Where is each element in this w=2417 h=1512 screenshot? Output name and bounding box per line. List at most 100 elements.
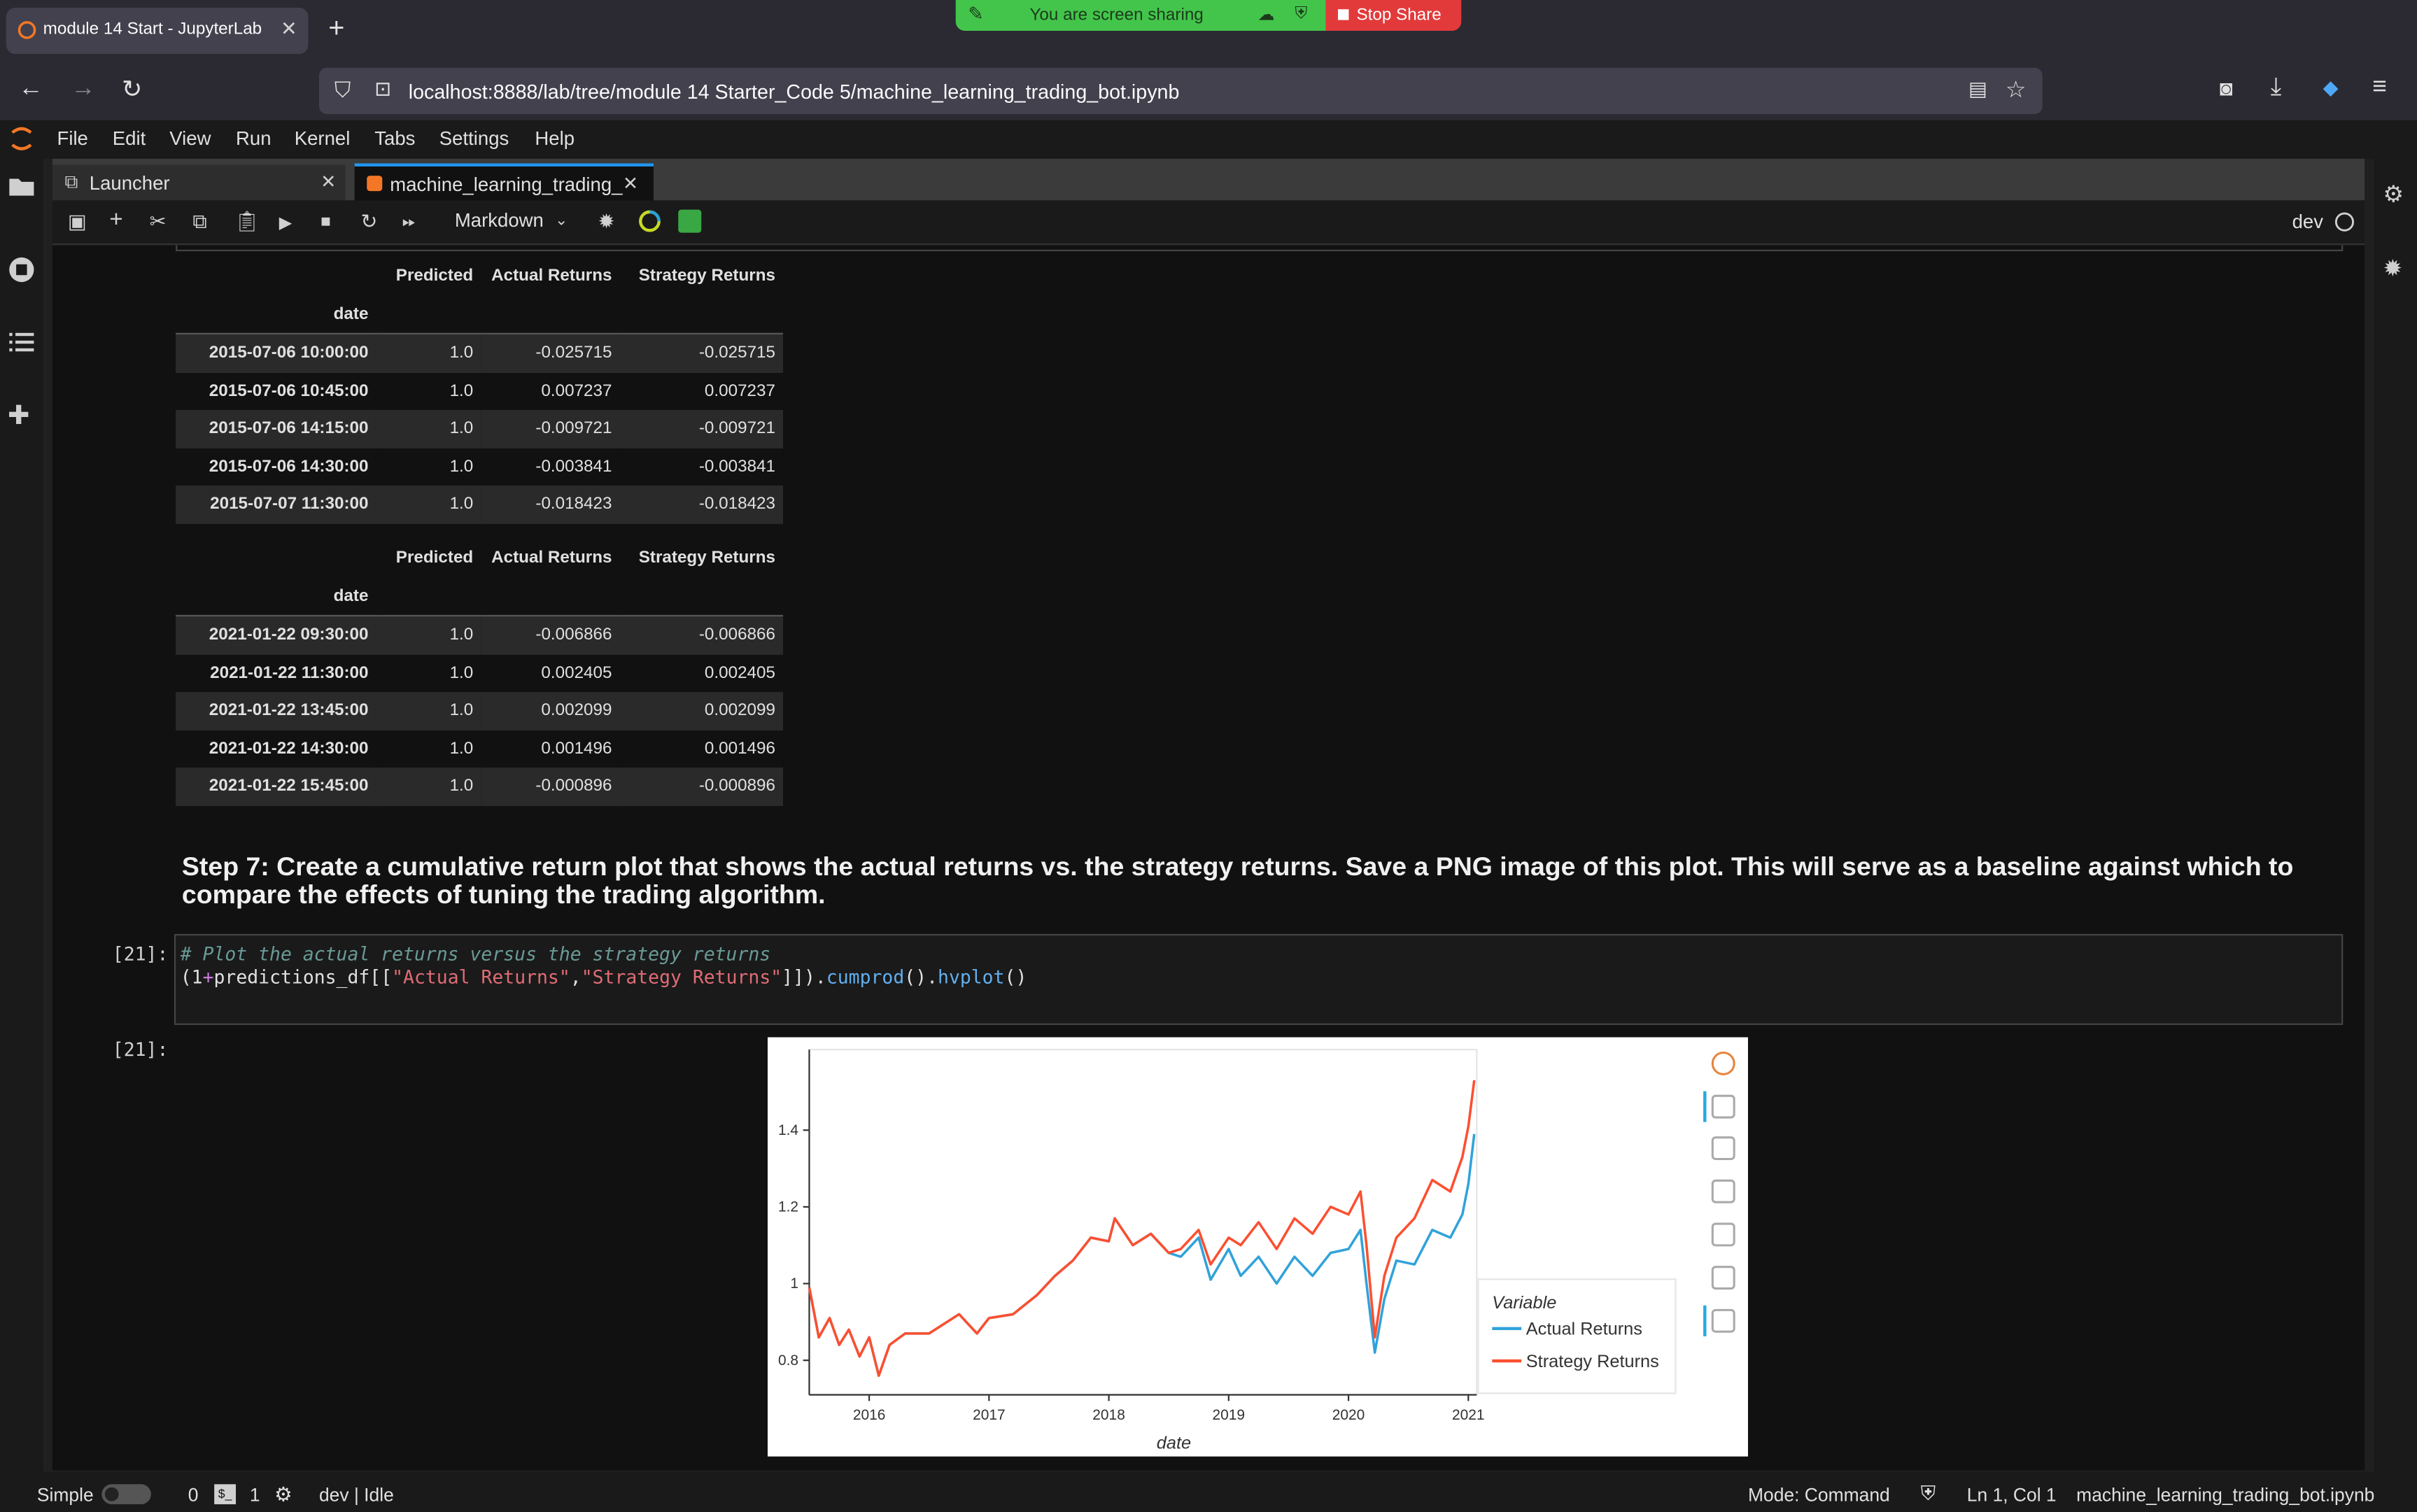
cell-type-select[interactable]: Markdown [455,210,544,232]
cell: 1.0 [449,626,474,645]
cell: 1.0 [449,419,474,439]
terminal-icon[interactable]: $_ [214,1484,237,1504]
tab-notebook[interactable]: machine_learning_trading_ ✕ [354,163,654,202]
add-cell-icon[interactable]: + [109,206,122,232]
notebook-toolbar: ▣ + ✂ ⧉ 📋︎ ▶ ■ ↻ ⏩︎ Markdown ⌄ ✹ dev [52,200,2365,246]
reader-view-icon[interactable]: ▤ [1968,77,1987,101]
back-icon[interactable]: ← [18,76,43,104]
line-chart[interactable]: 0.8 1 1.2 1.4 2016 2017 2018 2019 2020 2021 date Va… [768,1037,1748,1456]
notebook-icon [367,176,383,192]
cloud-icon: ☁ [1257,6,1275,25]
save-icon[interactable] [1711,1222,1735,1247]
extension-icon[interactable]: ◆ [2323,76,2339,100]
browser-tab-bar: module 14 Start - JupyterLab ✕ + ✎ You a… [0,0,2417,62]
bookmark-star-icon[interactable]: ☆ [2006,76,2027,103]
row-index: 2021-01-22 13:45:00 [209,701,369,721]
wheel-zoom-icon[interactable] [1711,1179,1735,1203]
close-tab-icon[interactable]: ✕ [320,171,336,193]
cell: -0.003841 [535,457,612,476]
stop-share-button[interactable]: Stop Share [1325,0,1462,31]
property-inspector-icon[interactable]: ⚙ [2383,181,2404,208]
cursor-position[interactable]: Ln 1, Col 1 [1967,1484,2057,1506]
tab-launcher[interactable]: ⧉ Launcher ✕ [52,164,346,201]
debug-icon[interactable]: ✹ [598,210,615,234]
reload-icon[interactable]: ↻ [122,74,143,105]
x-tick-label: 2020 [1332,1407,1365,1423]
row-index: 2021-01-22 14:30:00 [209,739,369,758]
paste-icon[interactable]: 📋︎ [234,210,260,234]
box-zoom-icon[interactable] [1711,1136,1735,1161]
page-info-icon[interactable]: ⊡ [374,77,391,101]
menu-kernel[interactable]: Kernel [295,128,351,150]
url-text: localhost:8888/lab/tree/module 14 Starte… [408,80,1180,104]
table-row: 2021-01-22 13:45:00 1.0 0.002099 0.002099 [176,692,784,730]
restart-icon[interactable]: ↻ [360,210,377,234]
x-tick-label: 2017 [973,1407,1006,1423]
chevron-down-icon[interactable]: ⌄ [555,213,568,229]
column-header: Predicted [395,549,474,568]
extension-manager-icon[interactable]: ✚ [8,401,29,432]
simple-mode-toggle[interactable] [101,1484,151,1504]
table-row: 2021-01-22 15:45:00 1.0 -0.000896 -0.000896 [176,767,784,805]
cell: -0.009721 [535,419,612,439]
row-index: 2021-01-22 15:45:00 [209,777,369,796]
extension-sheet-icon[interactable] [678,209,702,233]
folder-icon[interactable] [9,176,34,196]
address-bar[interactable]: ⛉ ⊡ localhost:8888/lab/tree/module 14 St… [318,67,2043,115]
menu-run[interactable]: Run [236,128,272,150]
hvplot-output[interactable]: 0.8 1 1.2 1.4 2016 2017 2018 2019 2020 2021 date Va… [767,1037,1748,1457]
cell: -0.018423 [535,495,612,514]
stop-icon[interactable]: ■ [320,213,331,231]
kernel-status[interactable]: dev | Idle [319,1484,394,1506]
menu-view[interactable]: View [169,128,211,150]
screen-sharing-text: You are screen sharing [1029,6,1204,25]
kernel-name[interactable]: dev [2292,211,2323,233]
menu-file[interactable]: File [57,128,88,150]
fast-forward-icon[interactable]: ⏩︎ [402,213,416,233]
shield-icon[interactable]: ⛉ [334,77,351,103]
pan-icon[interactable] [1711,1094,1735,1119]
debugger-icon[interactable]: ✹ [2383,254,2403,282]
new-tab-icon[interactable]: + [328,13,344,45]
menu-settings[interactable]: Settings [439,128,509,150]
launcher-icon: ⧉ [64,171,78,193]
trust-icon[interactable]: ⛨ [1921,1481,1936,1506]
table-of-contents-icon[interactable] [9,332,34,353]
kernel-icon[interactable]: ⚙ [274,1483,293,1507]
menu-edit[interactable]: Edit [113,128,146,150]
save-icon[interactable]: ▣ [68,210,87,234]
pocket-icon[interactable]: ◙ [2220,76,2233,100]
forward-icon[interactable]: → [71,76,95,104]
cell: 0.002405 [704,663,776,683]
terminal-count: 0 [188,1484,199,1506]
bokeh-logo-icon[interactable] [1711,1051,1735,1075]
run-icon[interactable]: ▶ [279,213,293,232]
x-tick-label: 2021 [1452,1407,1485,1423]
code-cell-editor[interactable]: # Plot the actual returns versus the str… [174,933,2344,1025]
y-tick-label: 1.4 [778,1122,798,1138]
row-index: 2015-07-06 10:45:00 [209,381,369,401]
reset-icon[interactable] [1711,1266,1735,1290]
menu-icon[interactable]: ≡ [2372,74,2387,102]
browser-tab[interactable]: module 14 Start - JupyterLab ✕ [6,8,309,55]
table-row: 2021-01-22 11:30:00 1.0 0.002405 0.002405 [176,654,784,693]
table-row: 2015-07-06 10:00:00 1.0 -0.025715 -0.025715 [176,333,784,372]
cell: 0.007237 [704,381,776,401]
cell: -0.003841 [698,457,776,476]
browser-nav-bar: ← → ↻ ⛉ ⊡ localhost:8888/lab/tree/module… [0,62,2417,120]
cell: -0.018423 [698,495,776,514]
cell: -0.006866 [698,626,776,645]
download-icon[interactable]: ⤓ [2271,74,2282,102]
close-tab-icon[interactable]: ✕ [623,173,638,195]
menu-help[interactable]: Help [535,128,575,150]
cell: 0.002099 [704,701,776,721]
close-tab-icon[interactable]: ✕ [281,17,297,41]
running-icon[interactable] [8,256,36,284]
cut-icon[interactable]: ✂ [150,210,167,234]
copy-icon[interactable]: ⧉ [192,210,206,234]
menu-tabs[interactable]: Tabs [374,128,415,150]
hover-icon[interactable] [1711,1308,1735,1333]
table-header-row: Predicted Actual Returns Strategy Return… [176,257,783,295]
browser-tab-title: module 14 Start - JupyterLab [43,20,262,39]
x-axis-label: date [1157,1434,1191,1453]
